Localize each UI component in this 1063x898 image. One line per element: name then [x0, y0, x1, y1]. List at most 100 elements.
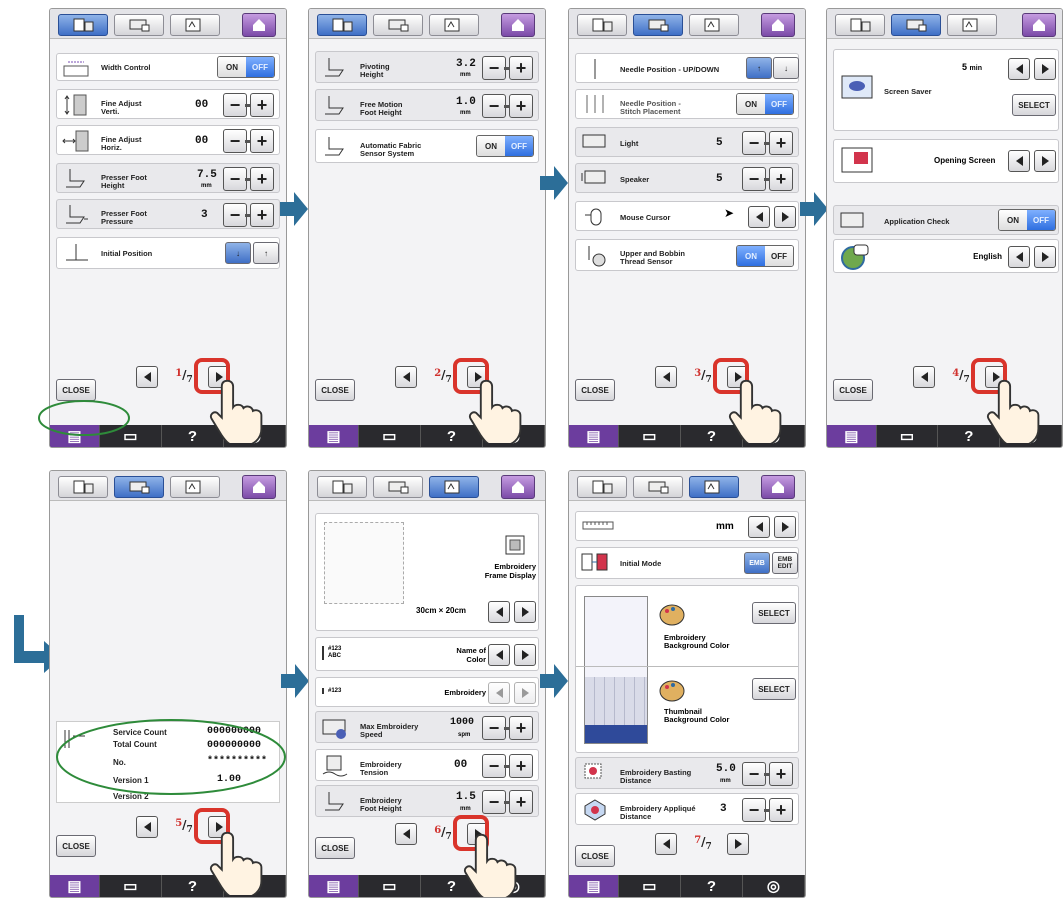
tab-embroidery[interactable] — [947, 14, 997, 36]
plus-button[interactable]: + — [250, 167, 274, 191]
home-button[interactable] — [761, 13, 795, 37]
tab-settings[interactable] — [577, 476, 627, 498]
brand-next-button[interactable] — [514, 682, 536, 704]
minus-button[interactable]: − — [742, 167, 769, 191]
applique-distance-stepper[interactable]: − + — [742, 798, 794, 822]
language-next-button[interactable] — [1034, 246, 1056, 268]
machine-button[interactable]: ▭ — [100, 875, 162, 897]
home-button[interactable] — [761, 475, 795, 499]
brand-prev-button[interactable] — [488, 682, 510, 704]
machine-button[interactable]: ▭ — [619, 425, 681, 447]
cursor-prev-button[interactable] — [748, 206, 770, 228]
needle-down-button[interactable]: ↓ — [773, 57, 799, 79]
thumbnail-background-select-button[interactable]: SELECT — [752, 678, 796, 700]
tab-machine[interactable] — [114, 14, 164, 36]
plus-button[interactable]: + — [509, 754, 533, 778]
home-button[interactable] — [1022, 13, 1056, 37]
minus-button[interactable]: − — [742, 798, 769, 822]
basting-distance-stepper[interactable]: − + — [742, 762, 794, 786]
home-button[interactable] — [501, 13, 535, 37]
machine-button[interactable]: ▭ — [359, 875, 421, 897]
prev-page-button[interactable] — [395, 366, 417, 388]
minus-button[interactable]: − — [482, 754, 509, 778]
prev-page-button[interactable] — [655, 833, 677, 855]
minus-button[interactable]: − — [742, 131, 769, 155]
close-button[interactable]: CLOSE — [315, 837, 355, 859]
minus-button[interactable]: − — [223, 203, 250, 227]
width-control-toggle[interactable]: ON OFF — [217, 56, 275, 78]
plus-button[interactable]: + — [769, 762, 793, 786]
stitch-placement-toggle[interactable]: ON OFF — [736, 93, 794, 115]
mode-emb-button[interactable]: EMB — [744, 552, 770, 574]
minus-button[interactable]: − — [223, 93, 250, 117]
saver-prev-button[interactable] — [1008, 58, 1030, 80]
emb-background-select-button[interactable]: SELECT — [752, 602, 796, 624]
foot-height-stepper[interactable]: − + — [482, 790, 534, 814]
wireless-button[interactable]: ◎ — [743, 875, 805, 897]
initial-position-down-button[interactable]: ↓ — [225, 242, 251, 264]
pivoting-height-stepper[interactable]: − + — [482, 56, 534, 80]
tab-embroidery[interactable] — [429, 14, 479, 36]
prev-page-button[interactable] — [395, 823, 417, 845]
plus-button[interactable]: + — [509, 56, 533, 80]
plus-button[interactable]: + — [250, 129, 274, 153]
fabric-sensor-toggle[interactable]: ON OFF — [476, 135, 534, 157]
tab-settings[interactable] — [58, 476, 108, 498]
screen-saver-select-button[interactable]: SELECT — [1012, 94, 1056, 116]
settings-button[interactable]: ▤ — [569, 425, 619, 447]
tab-machine[interactable] — [891, 14, 941, 36]
tab-machine[interactable] — [633, 476, 683, 498]
tab-settings[interactable] — [577, 14, 627, 36]
thread-sensor-toggle[interactable]: ON OFF — [736, 245, 794, 267]
opening-prev-button[interactable] — [1008, 150, 1030, 172]
tab-settings[interactable] — [317, 476, 367, 498]
fine-adjust-horiz-stepper[interactable]: − + — [223, 129, 275, 153]
minus-button[interactable]: − — [482, 790, 509, 814]
max-speed-stepper[interactable]: − + — [482, 716, 534, 740]
plus-button[interactable]: + — [769, 798, 793, 822]
tab-settings[interactable] — [317, 14, 367, 36]
prev-page-button[interactable] — [136, 366, 158, 388]
light-stepper[interactable]: − + — [742, 131, 794, 155]
cursor-next-button[interactable] — [774, 206, 796, 228]
color-next-button[interactable] — [514, 644, 536, 666]
color-prev-button[interactable] — [488, 644, 510, 666]
tab-embroidery[interactable] — [689, 476, 739, 498]
tab-machine[interactable] — [114, 476, 164, 498]
presser-foot-height-stepper[interactable]: − + — [223, 167, 275, 191]
minus-button[interactable]: − — [223, 167, 250, 191]
plus-button[interactable]: + — [250, 93, 274, 117]
fine-adjust-verti-stepper[interactable]: − + — [223, 93, 275, 117]
saver-next-button[interactable] — [1034, 58, 1056, 80]
plus-button[interactable]: + — [509, 716, 533, 740]
minus-button[interactable]: − — [482, 56, 509, 80]
minus-button[interactable]: − — [223, 129, 250, 153]
close-button[interactable]: CLOSE — [56, 835, 96, 857]
close-button[interactable]: CLOSE — [575, 845, 615, 867]
opening-next-button[interactable] — [1034, 150, 1056, 172]
needle-up-button[interactable]: ↑ — [746, 57, 772, 79]
plus-button[interactable]: + — [509, 790, 533, 814]
plus-button[interactable]: + — [769, 131, 793, 155]
minus-button[interactable]: − — [482, 94, 509, 118]
plus-button[interactable]: + — [509, 94, 533, 118]
initial-position-up-button[interactable]: ↑ — [253, 242, 279, 264]
speaker-stepper[interactable]: − + — [742, 167, 794, 191]
tab-settings[interactable] — [58, 14, 108, 36]
minus-button[interactable]: − — [742, 762, 769, 786]
tab-embroidery[interactable] — [170, 14, 220, 36]
tab-settings[interactable] — [835, 14, 885, 36]
prev-page-button[interactable] — [913, 366, 935, 388]
unit-prev-button[interactable] — [748, 516, 770, 538]
prev-page-button[interactable] — [136, 816, 158, 838]
tab-machine[interactable] — [373, 14, 423, 36]
plus-button[interactable]: + — [250, 203, 274, 227]
frame-next-button[interactable] — [514, 601, 536, 623]
tab-machine[interactable] — [633, 14, 683, 36]
prev-page-button[interactable] — [655, 366, 677, 388]
home-button[interactable] — [242, 475, 276, 499]
settings-button[interactable]: ▤ — [50, 875, 100, 897]
tab-embroidery[interactable] — [170, 476, 220, 498]
home-button[interactable] — [501, 475, 535, 499]
mode-emb-edit-button[interactable]: EMB EDIT — [772, 552, 798, 574]
